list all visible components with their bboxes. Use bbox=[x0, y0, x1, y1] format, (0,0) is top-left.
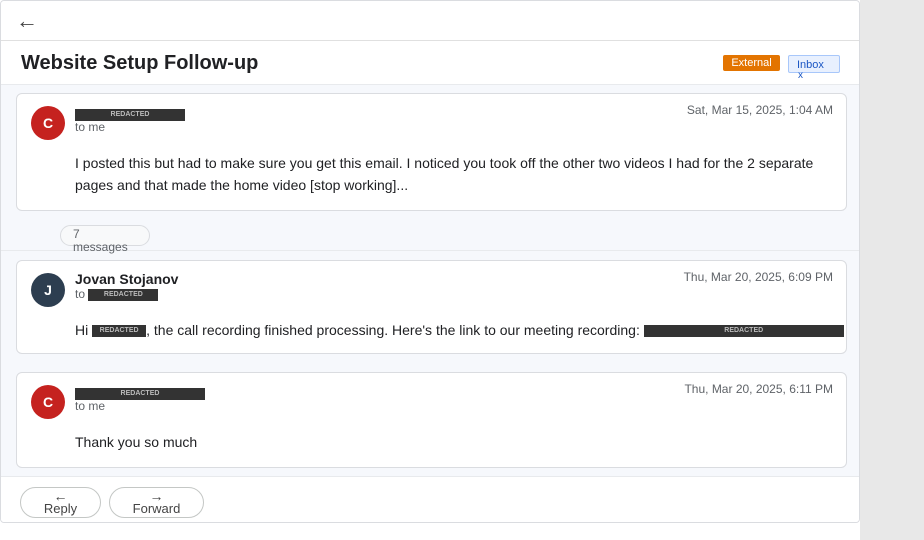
forward-label: Forward bbox=[132, 501, 181, 516]
collapsed-messages-button[interactable]: 7 messages bbox=[60, 225, 150, 253]
forward-arrow-icon: → bbox=[149, 488, 164, 504]
recipient-line: to me bbox=[75, 399, 106, 413]
reply-button[interactable]: ← Reply bbox=[20, 487, 101, 518]
email-thread-panel: ← Website Setup Follow-up External Inbox… bbox=[0, 0, 860, 523]
message-date: Thu, Mar 20, 2025, 6:11 PM bbox=[684, 382, 833, 396]
back-arrow-icon[interactable]: ← bbox=[16, 9, 38, 33]
thread-subject: Website Setup Follow-up bbox=[21, 52, 259, 74]
remove-label-icon[interactable]: x bbox=[797, 71, 839, 81]
sender-avatar: C bbox=[31, 385, 65, 419]
message-date: Thu, Mar 20, 2025, 6:09 PM bbox=[683, 270, 833, 284]
message-card-2[interactable]: J Jovan Stojanov to REDACTED Thu, Mar 20… bbox=[16, 260, 847, 354]
sender-name: Jovan Stojanov bbox=[75, 271, 179, 287]
message-snippet: Hi REDACTED, the call recording finished… bbox=[75, 319, 845, 341]
reply-footer: ← Reply → Forward bbox=[1, 476, 859, 522]
message-date: Sat, Mar 15, 2025, 1:04 AM bbox=[686, 103, 833, 117]
redacted-link: REDACTED bbox=[643, 325, 844, 338]
message-snippet: Thank you so much bbox=[75, 434, 198, 450]
greeting-text: Hi bbox=[75, 322, 89, 338]
collapsed-messages-row: 7 messages bbox=[1, 219, 859, 253]
to-prefix: to bbox=[75, 287, 86, 301]
message-snippet: I posted this but had to make sure you g… bbox=[75, 155, 814, 193]
body-text: , the call recording finished processing… bbox=[146, 322, 640, 338]
subject-header: Website Setup Follow-up External Inbox x bbox=[1, 41, 859, 85]
collapsed-label: messages bbox=[73, 240, 128, 254]
message-card-1[interactable]: C REDACTED to me Sat, Mar 15, 2025, 1:04… bbox=[16, 93, 847, 211]
inbox-label-chip: Inbox x bbox=[788, 55, 840, 81]
forward-button[interactable]: → Forward bbox=[109, 487, 204, 518]
recipient-line: to me bbox=[75, 120, 106, 134]
redacted-recipient: REDACTED bbox=[88, 288, 159, 301]
reply-arrow-icon: ← bbox=[53, 488, 68, 504]
sender-avatar: J bbox=[31, 273, 65, 307]
top-toolbar: ← bbox=[1, 1, 859, 41]
side-background bbox=[860, 0, 924, 540]
redacted-name: REDACTED bbox=[92, 325, 147, 338]
collapsed-count: 7 bbox=[73, 227, 80, 241]
message-card-3[interactable]: C REDACTED to me Thu, Mar 20, 2025, 6:11… bbox=[16, 372, 847, 468]
sender-avatar: C bbox=[31, 106, 65, 140]
recipient-line: to REDACTED bbox=[75, 287, 159, 301]
reply-label: Reply bbox=[43, 501, 78, 516]
external-label-badge: External bbox=[723, 55, 780, 71]
